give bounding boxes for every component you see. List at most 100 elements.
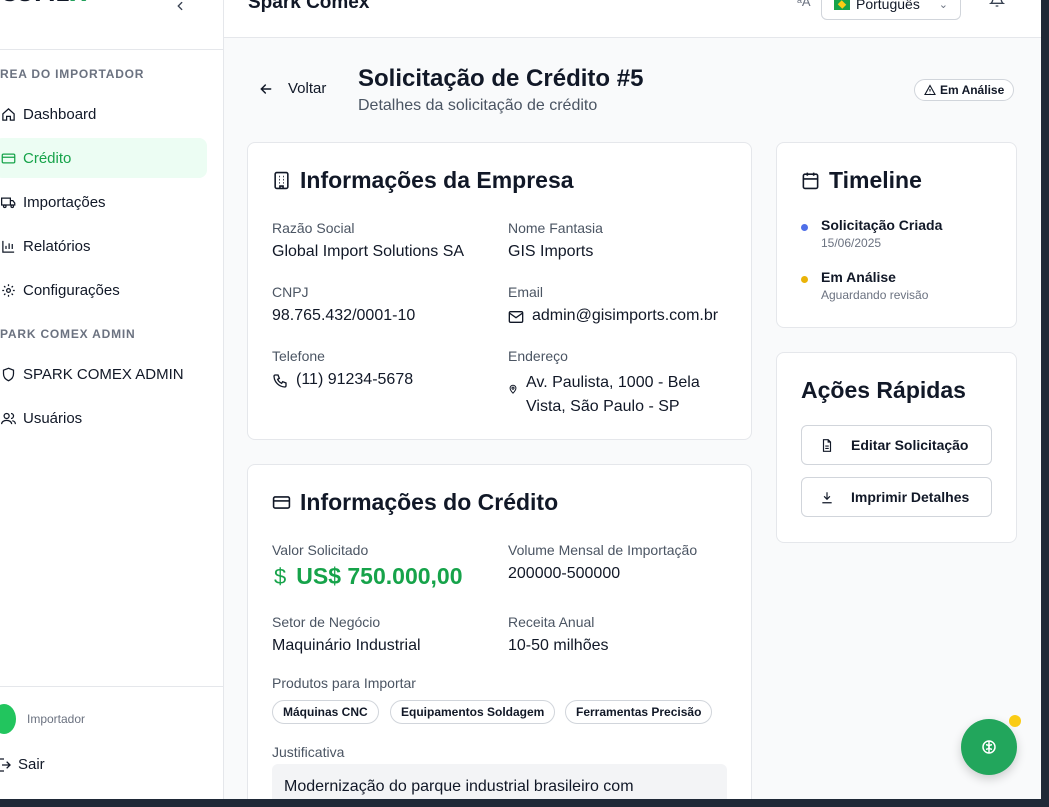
sidebar-item-importacoes[interactable]: Importações bbox=[0, 182, 207, 222]
assistant-fab[interactable] bbox=[961, 719, 1017, 775]
back-label: Voltar bbox=[288, 80, 327, 97]
sidebar-item-label: Importações bbox=[23, 193, 106, 211]
page-title: Solicitação de Crédito #5 bbox=[358, 65, 644, 92]
sidebar-item-relatorios[interactable]: Relatórios bbox=[0, 226, 207, 266]
alert-triangle-icon bbox=[924, 84, 936, 96]
valor-amount: US$ 750.000,00 bbox=[296, 563, 463, 589]
mail-icon bbox=[508, 309, 524, 325]
building-icon bbox=[272, 171, 291, 190]
avatar[interactable] bbox=[0, 704, 16, 734]
dollar-icon: $ bbox=[274, 563, 287, 589]
telefone-value: (11) 91234-5678 bbox=[272, 371, 413, 389]
email-label: Email bbox=[508, 284, 544, 300]
timeline-card: Timeline Solicitação Criada 15/06/2025 E… bbox=[776, 142, 1017, 328]
setor-label: Setor de Negócio bbox=[272, 614, 381, 630]
timeline-event-title: Solicitação Criada bbox=[821, 217, 943, 233]
notifications-button[interactable] bbox=[988, 0, 1006, 13]
quick-actions-card: Ações Rápidas Editar Solicitação Imprimi… bbox=[776, 352, 1017, 543]
valor-solicitado-value: $ US$ 750.000,00 bbox=[274, 563, 463, 590]
file-text-icon bbox=[820, 438, 834, 453]
card-title: Informações da Empresa bbox=[272, 167, 574, 194]
endereco-line-1: Av. Paulista, 1000 - Bela bbox=[526, 374, 700, 391]
status-label: Em Análise bbox=[940, 83, 1005, 97]
sidebar-item-usuarios[interactable]: Usuários bbox=[0, 398, 207, 438]
product-chip: Ferramentas Precisão bbox=[565, 700, 713, 724]
timeline-event-date: 15/06/2025 bbox=[821, 236, 882, 250]
razao-social-label: Razão Social bbox=[272, 220, 355, 236]
credit-card-icon bbox=[272, 493, 291, 512]
cnpj-value: 98.765.432/0001-10 bbox=[272, 307, 416, 324]
card-title-label: Informações do Crédito bbox=[300, 489, 559, 515]
receita-value: 10-50 milhões bbox=[508, 637, 609, 654]
brain-icon bbox=[982, 740, 996, 754]
edit-request-button[interactable]: Editar Solicitação bbox=[801, 425, 992, 465]
endereco-text: Av. Paulista, 1000 - Bela Vista, São Paul… bbox=[526, 371, 700, 419]
setor-value: Maquinário Industrial bbox=[272, 637, 421, 654]
gear-icon bbox=[0, 282, 17, 299]
bar-chart-icon bbox=[0, 238, 17, 255]
app-window: COMEX REA DO IMPORTADOR Dashboard Crédit… bbox=[0, 0, 1041, 799]
razao-social-value: Global Import Solutions SA bbox=[272, 243, 465, 260]
logout-icon bbox=[0, 757, 12, 773]
sidebar-item-dashboard[interactable]: Dashboard bbox=[0, 94, 207, 134]
sidebar-section-importer: REA DO IMPORTADOR bbox=[0, 67, 145, 81]
product-chip: Máquinas CNC bbox=[272, 700, 379, 724]
justificativa-label: Justificativa bbox=[272, 744, 345, 760]
email-text: admin@gisimports.com.br bbox=[532, 307, 719, 324]
phone-icon bbox=[272, 373, 288, 389]
endereco-line-2: Vista, São Paulo - SP bbox=[526, 398, 680, 415]
sidebar-item-credito[interactable]: Crédito bbox=[0, 138, 207, 178]
app-title: Spark Comex bbox=[248, 0, 370, 13]
bell-icon bbox=[988, 0, 1006, 7]
endereco-label: Endereço bbox=[508, 348, 568, 364]
print-details-button[interactable]: Imprimir Detalhes bbox=[801, 477, 992, 517]
sidebar-divider bbox=[0, 49, 223, 50]
map-pin-icon bbox=[508, 384, 518, 394]
back-button[interactable]: Voltar bbox=[258, 80, 326, 97]
card-title: Ações Rápidas bbox=[801, 377, 966, 403]
credit-info-card: Informações do Crédito Valor Solicitado … bbox=[247, 464, 752, 799]
arrow-left-icon bbox=[258, 81, 274, 97]
language-select[interactable]: Português ⌄ bbox=[821, 0, 961, 20]
sidebar-item-configuracoes[interactable]: Configurações bbox=[0, 270, 207, 310]
volume-mensal-value: 200000-500000 bbox=[508, 565, 621, 582]
nome-fantasia-value: GIS Imports bbox=[508, 243, 594, 260]
timeline-dot bbox=[801, 224, 808, 231]
sidebar-item-label: Crédito bbox=[23, 149, 72, 167]
endereco-value: Av. Paulista, 1000 - Bela Vista, São Paul… bbox=[508, 371, 700, 419]
sidebar-divider bbox=[0, 686, 223, 687]
card-title: Timeline bbox=[801, 167, 922, 194]
calendar-icon bbox=[801, 171, 820, 190]
collapse-sidebar-button[interactable] bbox=[170, 0, 190, 16]
sidebar-item-label: Dashboard bbox=[23, 105, 97, 123]
nome-fantasia-label: Nome Fantasia bbox=[508, 220, 603, 236]
edit-request-label: Editar Solicitação bbox=[851, 437, 969, 453]
logout-label: Sair bbox=[18, 756, 45, 773]
top-bar: Spark Comex ᵃA Português ⌄ bbox=[224, 0, 1041, 38]
card-title-label: Timeline bbox=[829, 167, 922, 193]
users-icon bbox=[0, 410, 17, 427]
sidebar-item-label: Relatórios bbox=[23, 237, 91, 255]
download-icon bbox=[820, 490, 834, 505]
credit-card-icon bbox=[0, 150, 17, 167]
receita-label: Receita Anual bbox=[508, 614, 595, 630]
logo: COMEX bbox=[0, 0, 87, 7]
card-title: Informações do Crédito bbox=[272, 489, 558, 516]
sidebar-item-label: SPARK COMEX ADMIN bbox=[23, 365, 184, 383]
page-subtitle: Detalhes da solicitação de crédito bbox=[358, 97, 598, 114]
sidebar: COMEX REA DO IMPORTADOR Dashboard Crédit… bbox=[0, 0, 224, 799]
email-value: admin@gisimports.com.br bbox=[508, 307, 718, 325]
language-value: Português bbox=[856, 0, 920, 12]
print-details-label: Imprimir Detalhes bbox=[851, 489, 970, 505]
product-chip: Equipamentos Soldagem bbox=[390, 700, 556, 724]
sidebar-section-admin: PARK COMEX ADMIN bbox=[0, 327, 136, 341]
company-info-card: Informações da Empresa Razão Social Glob… bbox=[247, 142, 752, 440]
brazil-flag-icon bbox=[834, 0, 850, 10]
timeline-event-status: Aguardando revisão bbox=[821, 288, 929, 302]
translate-icon: ᵃA bbox=[797, 0, 811, 9]
cnpj-label: CNPJ bbox=[272, 284, 309, 300]
status-badge: Em Análise bbox=[914, 79, 1015, 101]
sidebar-item-spark-admin[interactable]: SPARK COMEX ADMIN bbox=[0, 354, 207, 394]
home-icon bbox=[0, 106, 17, 123]
logout-button[interactable]: Sair bbox=[0, 756, 45, 773]
